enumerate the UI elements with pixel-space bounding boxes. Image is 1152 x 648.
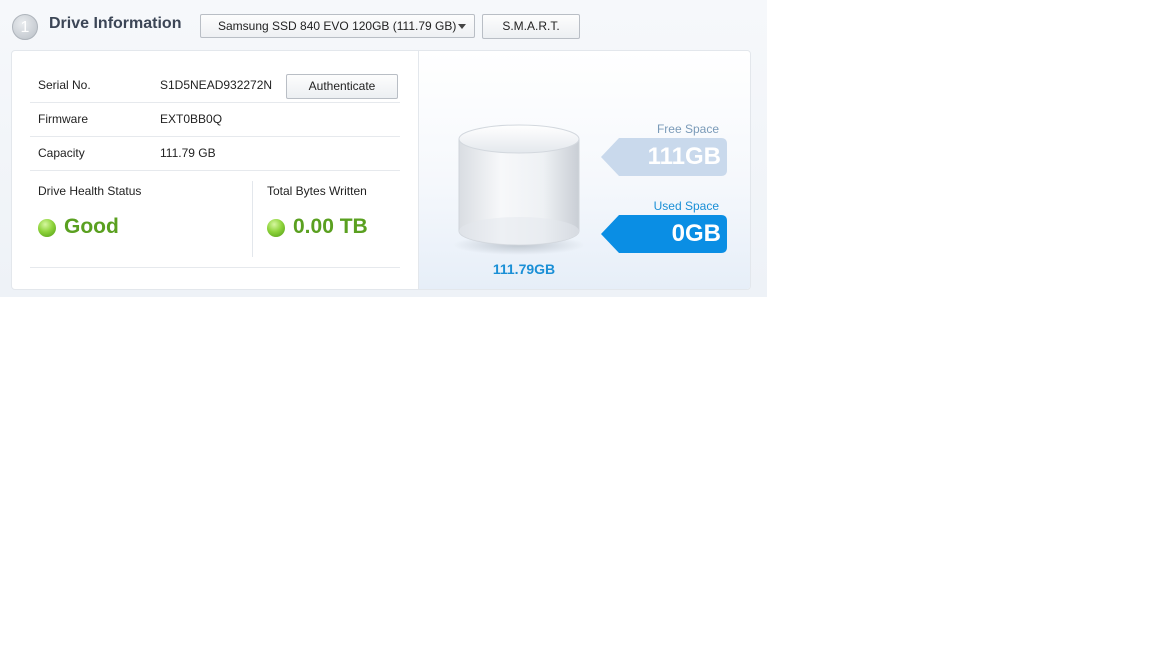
used-space-tag: 0GB [601,215,727,253]
drive-select-value: Samsung SSD 840 EVO 120GB (111.79 GB) [218,19,457,33]
capacity-label: Capacity [38,146,85,160]
drive-health-label: Drive Health Status [38,184,142,198]
serial-label: Serial No. [38,78,91,92]
step-number-badge: 1 [12,14,38,40]
space-graphic: 111.79GB Free Space 111GB Used Space 0GB [418,51,750,289]
firmware-label: Firmware [38,112,88,126]
drive-cylinder-icon [453,124,585,255]
drive-information-panel: 1 Drive Information Samsung SSD 840 EVO … [0,0,767,297]
capacity-row: Capacity 111.79 GB [30,137,400,171]
section-title: Drive Information [49,15,182,32]
drive-select-dropdown[interactable]: Samsung SSD 840 EVO 120GB (111.79 GB) [200,14,475,38]
total-bytes-written-value: 0.00 TB [293,215,368,238]
smart-button[interactable]: S.M.A.R.T. [482,14,580,39]
used-space-value: 0GB [671,220,721,247]
firmware-value: EXT0BB0Q [160,112,223,126]
free-space-label: Free Space [656,122,719,136]
firmware-row: Firmware EXT0BB0Q [30,103,400,137]
total-bytes-written-label: Total Bytes Written [267,184,367,198]
status-divider [252,181,253,257]
health-good-icon [38,219,56,237]
capacity-value: 111.79 GB [160,146,216,160]
used-space-label: Used Space [653,199,719,213]
details-divider [30,267,400,268]
drive-health-value: Good [64,215,119,238]
serial-value: S1D5NEAD932272N [160,78,273,92]
tbw-status-icon [267,219,285,237]
free-space-value: 111GB [647,143,721,170]
free-space-tag: 111GB [601,138,727,176]
total-capacity-label: 111.79GB [492,261,556,277]
drive-details-card: Serial No. S1D5NEAD932272N Authenticate … [11,50,751,290]
authenticate-button[interactable]: Authenticate [286,74,398,99]
chevron-down-icon [458,24,466,29]
